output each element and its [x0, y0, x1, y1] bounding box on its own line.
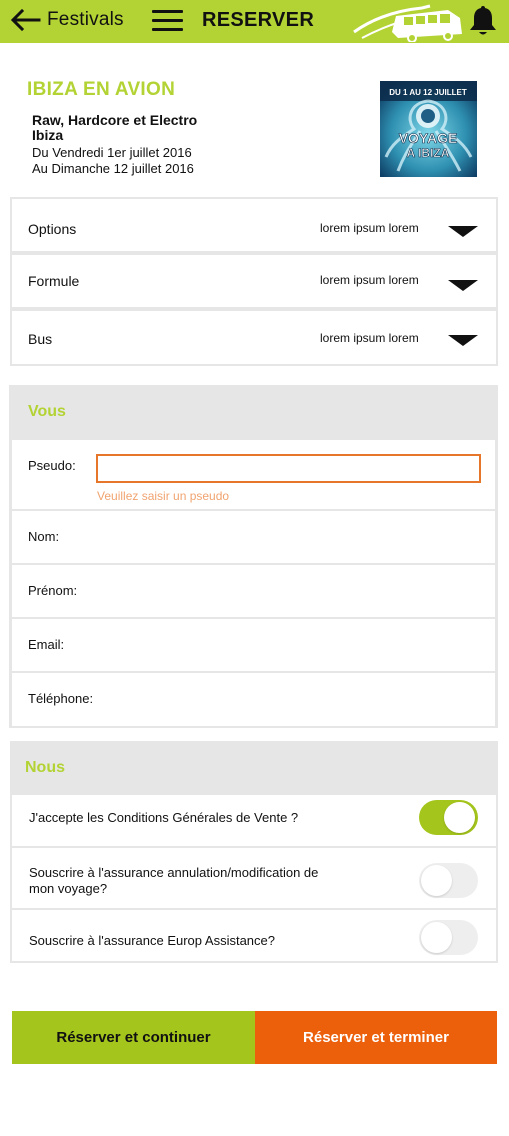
event-date-start: Du Vendredi 1er juillet 2016	[32, 145, 192, 160]
email-field[interactable]: Email:	[12, 619, 495, 671]
toggle-knob	[421, 922, 452, 953]
europ-assistance-label: Souscrire à l'assurance Europ Assistance…	[29, 933, 275, 948]
formule-select[interactable]: Formule lorem ipsum lorem	[12, 255, 496, 307]
prenom-label: Prénom:	[28, 583, 78, 598]
telephone-label: Téléphone:	[28, 691, 94, 706]
bus-select[interactable]: Bus lorem ipsum lorem	[12, 311, 496, 364]
reserve-continue-button[interactable]: Réserver et continuer	[12, 1011, 255, 1064]
back-label: Festivals	[47, 9, 124, 30]
telephone-field[interactable]: Téléphone:	[12, 673, 495, 726]
toggle-knob	[421, 865, 452, 896]
poster-line2: A IBIZA	[407, 146, 450, 160]
vous-section: Vous Pseudo: Veuillez saisir un pseudo N…	[9, 385, 498, 728]
arrow-left-icon	[10, 9, 41, 31]
nom-field[interactable]: Nom:	[12, 511, 495, 563]
pseudo-label: Pseudo:	[28, 458, 76, 473]
event-name: Raw, Hardcore et Electro Ibiza	[32, 112, 198, 143]
bus-label: Bus	[28, 331, 53, 347]
nom-label: Nom:	[28, 529, 60, 544]
pseudo-input[interactable]	[96, 454, 481, 483]
bus-value: lorem ipsum lorem	[320, 331, 419, 345]
cgv-toggle[interactable]	[419, 800, 478, 835]
chevron-down-icon	[448, 226, 478, 237]
cgv-toggle-row: J'accepte les Conditions Générales de Ve…	[12, 795, 496, 846]
email-label: Email:	[28, 637, 65, 652]
toggle-knob	[444, 802, 475, 833]
options-panel: Options lorem ipsum lorem Formule lorem …	[10, 197, 498, 366]
page-title: RESERVER	[202, 9, 315, 31]
annulation-toggle[interactable]	[419, 863, 478, 898]
event-date-end: Au Dimanche 12 juillet 2016	[32, 161, 194, 176]
options-select[interactable]: Options lorem ipsum lorem	[12, 199, 496, 251]
options-label: Options	[28, 221, 77, 237]
nous-section: Nous J'accepte les Conditions Générales …	[10, 741, 498, 963]
annulation-toggle-row: Souscrire à l'assurance annulation/modif…	[12, 848, 496, 908]
europ-assistance-toggle[interactable]	[419, 920, 478, 955]
europ-assistance-toggle-row: Souscrire à l'assurance Europ Assistance…	[12, 910, 496, 961]
annulation-label: Souscrire à l'assurance annulation/modif…	[29, 865, 319, 896]
vous-title: Vous	[28, 403, 66, 420]
pseudo-row: Pseudo: Veuillez saisir un pseudo	[12, 440, 495, 509]
poster-line1: VOYAGE	[399, 130, 458, 146]
bus-logo-icon	[353, 4, 462, 42]
chevron-down-icon	[448, 335, 478, 346]
prenom-field[interactable]: Prénom:	[12, 565, 495, 617]
formule-label: Formule	[28, 273, 80, 289]
reserve-finish-button[interactable]: Réserver et terminer	[255, 1011, 497, 1064]
chevron-down-icon	[448, 280, 478, 291]
cgv-label: J'accepte les Conditions Générales de Ve…	[29, 810, 299, 825]
nous-title: Nous	[25, 759, 65, 776]
event-title: IBIZA EN AVION	[27, 79, 176, 100]
event-poster: DU 1 AU 12 JUILLET VOYAGE A IBIZA	[380, 81, 477, 177]
pseudo-error-message: Veuillez saisir un pseudo	[97, 489, 230, 503]
top-bar: Festivals RESERVER	[0, 0, 509, 43]
formule-value: lorem ipsum lorem	[320, 273, 419, 287]
options-value: lorem ipsum lorem	[320, 221, 419, 235]
hamburger-menu-icon[interactable]	[152, 9, 184, 33]
bell-icon[interactable]	[468, 4, 498, 37]
poster-top-text: DU 1 AU 12 JUILLET	[389, 88, 467, 97]
back-button[interactable]: Festivals	[10, 9, 124, 31]
